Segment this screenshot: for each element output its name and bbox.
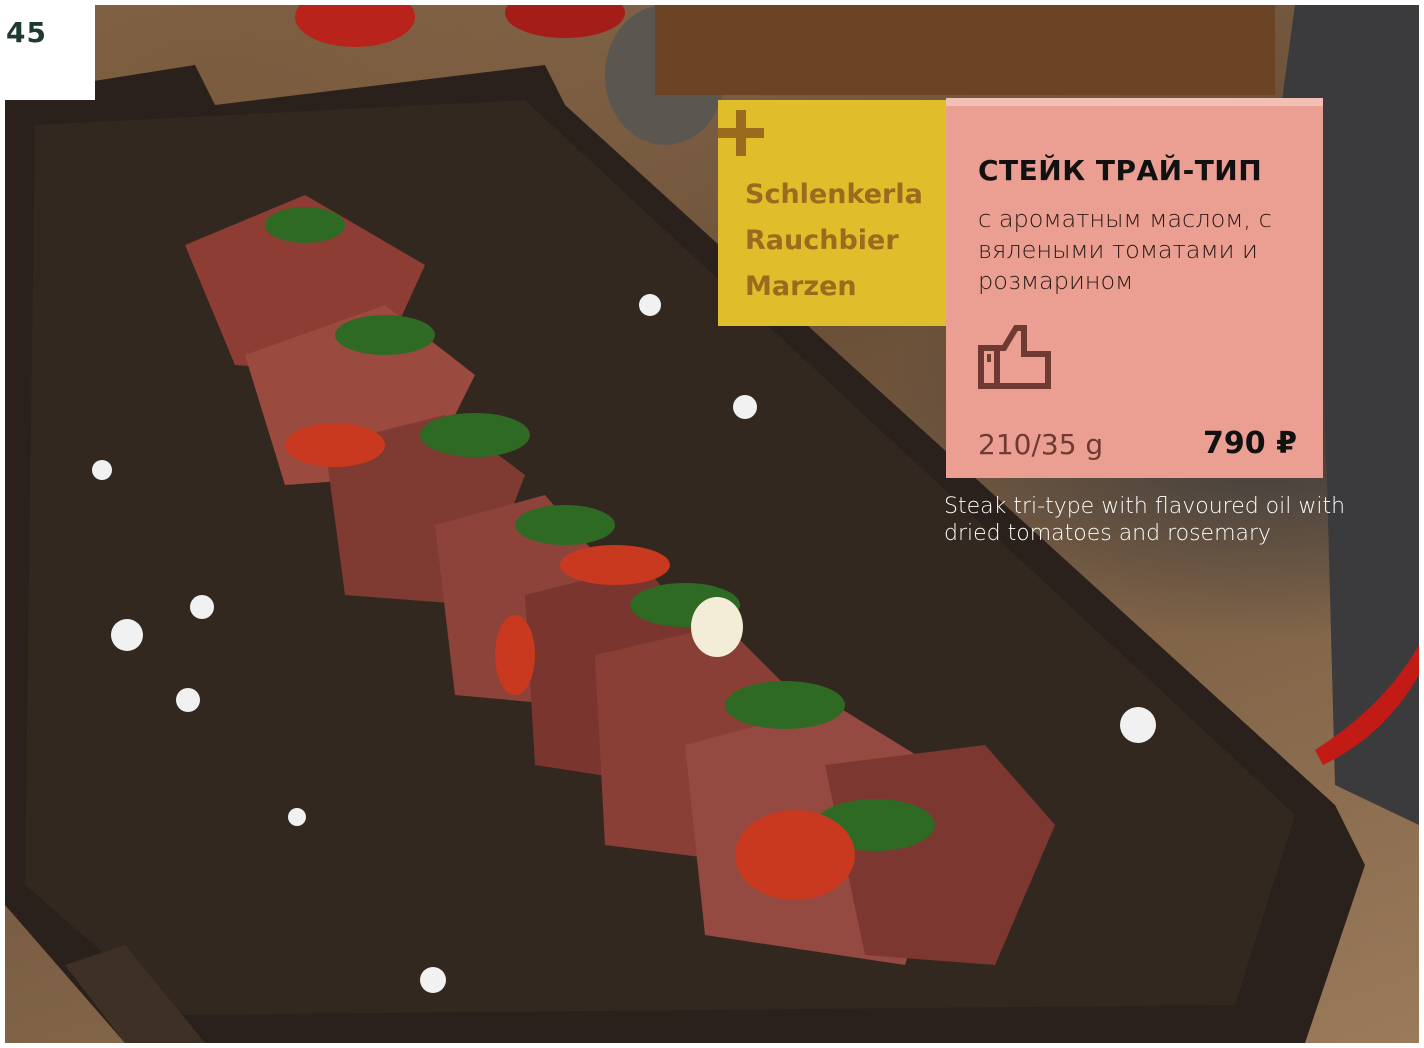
- page-number: 45: [6, 16, 47, 49]
- tomato: [505, 5, 625, 38]
- dish-description-english: Steak tri-type with flavoured oil with d…: [944, 494, 1346, 546]
- beer-pairing: Schlenkerla Rauchbier Marzen: [718, 100, 946, 326]
- page-number-box: 45: [0, 0, 95, 100]
- dish-card: СТЕЙК ТРАЙ-ТИП с ароматным маслом, с вял…: [946, 98, 1323, 478]
- dish-price: 790 ₽: [1203, 426, 1297, 461]
- thumbs-up-icon: [978, 325, 1051, 389]
- dish-description: с ароматным маслом, с вялеными томатами …: [978, 205, 1272, 295]
- dish-weight: 210/35 g: [978, 428, 1104, 461]
- wooden-box: [655, 5, 1275, 95]
- tomato: [295, 5, 415, 47]
- dish-title: СТЕЙК ТРАЙ-ТИП: [978, 154, 1263, 187]
- beer-name: Schlenkerla Rauchbier Marzen: [745, 179, 923, 302]
- garlic-clove: [691, 597, 743, 657]
- plus-icon: [718, 110, 764, 156]
